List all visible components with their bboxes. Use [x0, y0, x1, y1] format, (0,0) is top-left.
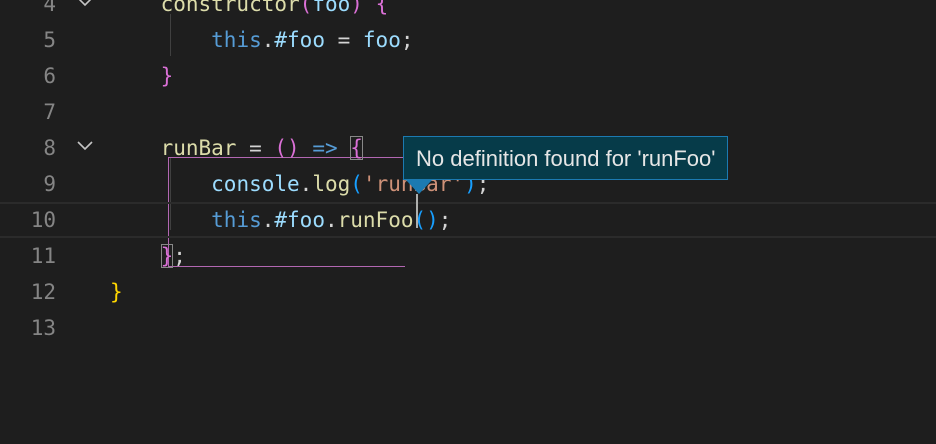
line-number: 5 — [43, 28, 56, 52]
code-line[interactable]: 10 this.#foo.runFoo(); — [0, 202, 936, 238]
code-token: . — [261, 28, 275, 52]
code-text: } — [110, 58, 174, 94]
code-token: . — [261, 208, 275, 232]
code-token: #foo — [274, 208, 325, 232]
line-number: 13 — [30, 316, 56, 340]
fold-chevron-icon[interactable] — [76, 130, 94, 152]
line-number: 11 — [30, 244, 56, 268]
line-number: 6 — [43, 64, 56, 88]
code-line[interactable]: 7 — [0, 94, 936, 130]
code-token: => — [312, 136, 338, 160]
code-token: = — [236, 136, 275, 160]
code-token: ; — [438, 208, 452, 232]
line-number: 9 — [43, 172, 56, 196]
line-number: 10 — [30, 208, 56, 232]
code-token: runFoo — [337, 208, 414, 232]
code-token: ; — [400, 28, 414, 52]
code-token: { — [350, 136, 363, 160]
code-line[interactable]: 11 }; — [0, 238, 936, 274]
code-text: this.#foo.runFoo(); — [110, 204, 451, 236]
code-token: ) — [350, 0, 363, 16]
code-token: console — [211, 172, 300, 196]
text-cursor — [416, 194, 418, 228]
code-text: this.#foo = foo; — [110, 22, 414, 58]
code-editor[interactable]: 4 constructor(foo) {5 this.#foo = foo; 6 … — [0, 0, 936, 444]
code-token: foo — [312, 0, 351, 16]
code-token: this — [211, 208, 262, 232]
code-token: . — [299, 172, 313, 196]
line-number: 12 — [30, 280, 56, 304]
fold-chevron-icon[interactable] — [76, 0, 94, 8]
code-token: { — [375, 0, 389, 16]
code-token: constructor — [160, 0, 300, 16]
code-line[interactable]: 5 this.#foo = foo; — [0, 22, 936, 58]
code-text: } — [110, 274, 123, 310]
code-token: () — [274, 136, 300, 160]
code-line[interactable]: 12} — [0, 274, 936, 310]
code-token: ( — [350, 172, 363, 196]
code-token: foo — [362, 28, 401, 52]
line-number: 7 — [43, 100, 56, 124]
code-token: } — [160, 244, 174, 268]
tooltip-message: No definition found for 'runFoo' — [416, 146, 716, 171]
code-token: = — [324, 28, 363, 52]
code-text: }; — [110, 238, 186, 274]
no-definition-tooltip: No definition found for 'runFoo' — [403, 136, 729, 180]
code-token: #foo — [274, 28, 325, 52]
code-text: runBar = () => { — [110, 130, 363, 166]
code-token: runBar — [160, 136, 237, 160]
code-token: ; — [173, 244, 186, 268]
code-line[interactable]: 6 } — [0, 58, 936, 94]
code-token: . — [324, 208, 338, 232]
code-line[interactable]: 4 constructor(foo) { — [0, 0, 936, 22]
tooltip-arrow — [406, 180, 432, 194]
code-token: log — [312, 172, 351, 196]
line-number: 8 — [43, 136, 56, 160]
code-token: ( — [299, 0, 313, 16]
code-line[interactable]: 13 — [0, 310, 936, 346]
line-number: 4 — [43, 0, 56, 16]
code-token: this — [211, 28, 262, 52]
code-token: } — [110, 280, 123, 304]
code-token: } — [160, 64, 174, 88]
code-text: constructor(foo) { — [110, 0, 389, 22]
